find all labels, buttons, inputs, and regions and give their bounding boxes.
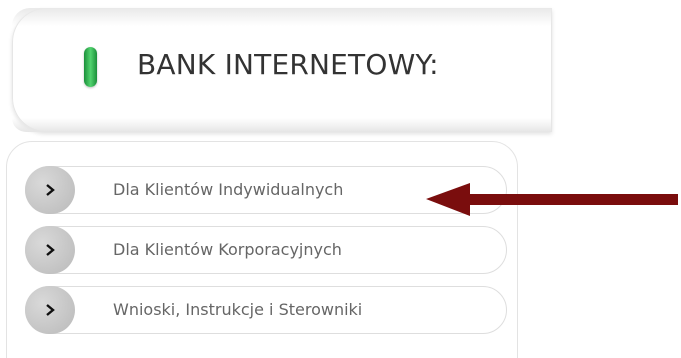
chevron-right-icon	[46, 244, 55, 256]
menu-item-label: Dla Klientów Korporacyjnych	[113, 240, 342, 259]
menu-item-label: Dla Klientów Indywidualnych	[113, 180, 344, 199]
menu-bullet	[25, 166, 75, 214]
menu-item-label: Wnioski, Instrukcje i Sterowniki	[113, 300, 363, 319]
status-indicator-icon	[84, 47, 97, 87]
menu-bullet	[25, 286, 75, 334]
page-title: BANK INTERNETOWY:	[137, 48, 439, 81]
menu-bullet	[25, 226, 75, 274]
menu-item-corporate-clients[interactable]: Dla Klientów Korporacyjnych	[25, 226, 507, 274]
bank-login-widget: BANK INTERNETOWY: Dla Klientów Indywidua…	[0, 0, 681, 358]
chevron-right-icon	[46, 304, 55, 316]
annotation-arrow-icon	[426, 183, 678, 216]
chevron-right-icon	[46, 184, 55, 196]
menu-panel: Dla Klientów Indywidualnych Dla Klientów…	[6, 141, 518, 358]
menu-item-applications-instructions-drivers[interactable]: Wnioski, Instrukcje i Sterowniki	[25, 286, 507, 334]
